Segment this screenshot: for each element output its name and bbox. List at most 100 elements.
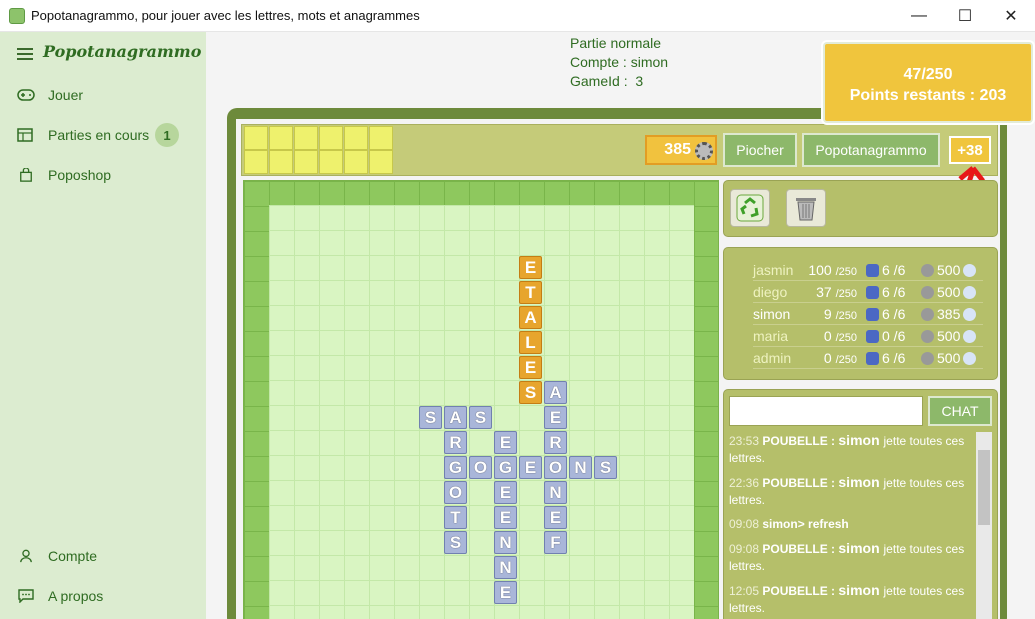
player-coins: 385 [921, 306, 979, 322]
letter-tile[interactable]: G [494, 456, 517, 479]
letter-tile[interactable]: A [519, 306, 542, 329]
player-letters: 6 /6 [866, 306, 905, 322]
magnifier-icon[interactable] [963, 352, 977, 365]
gameid-value: 3 [635, 73, 644, 89]
letter-tile[interactable]: E [544, 406, 567, 429]
chat-message: 09:08 simon> refresh [729, 517, 849, 531]
letter-tile[interactable]: F [544, 531, 567, 554]
letter-tile[interactable]: R [444, 431, 467, 454]
letter-tile[interactable]: S [419, 406, 442, 429]
draw-button[interactable]: Piocher [723, 133, 797, 167]
easel-slot[interactable] [369, 126, 393, 150]
points-summary: 47/250 Points restants : 203 [823, 42, 1033, 123]
letter-tile[interactable]: T [444, 506, 467, 529]
letter-tile[interactable]: L [519, 331, 542, 354]
popotanagrammo-button[interactable]: Popotanagrammo [802, 133, 940, 167]
trash-button[interactable] [786, 189, 826, 227]
recycle-icon [736, 194, 764, 222]
chat-send-button[interactable]: CHAT [928, 396, 992, 426]
magnifier-icon[interactable] [963, 330, 977, 343]
letter-tile[interactable]: A [444, 406, 467, 429]
letter-tile[interactable]: S [444, 531, 467, 554]
score-row: maria 0 /250 0 /6 500 [753, 325, 983, 347]
letter-tile[interactable]: E [494, 581, 517, 604]
easel-slot[interactable] [269, 150, 293, 174]
gameid-label: GameId : [570, 73, 628, 89]
sidebar-item-label: Compte [48, 548, 98, 564]
coins-value: 385 [664, 141, 691, 158]
maximize-button[interactable]: ☐ [942, 0, 988, 32]
account-value: simon [630, 54, 669, 70]
easel-slot[interactable] [294, 150, 318, 174]
magnifier-icon[interactable] [963, 308, 977, 321]
sidebar: Popotanagrammo Jouer Parties en cours 1 … [0, 32, 206, 619]
recycle-button[interactable] [730, 189, 770, 227]
letter-tile[interactable]: E [494, 481, 517, 504]
player-coins: 500 [921, 328, 979, 344]
letter-tile[interactable]: A [544, 381, 567, 404]
letter-tile[interactable]: R [544, 431, 567, 454]
letters-icon [866, 330, 879, 343]
letter-tile[interactable]: S [594, 456, 617, 479]
minimize-button[interactable]: — [896, 0, 942, 32]
game-mode: Partie normale [570, 35, 662, 51]
easel-slot[interactable] [269, 126, 293, 150]
easel-slot[interactable] [294, 126, 318, 150]
easel-slot[interactable] [369, 150, 393, 174]
letter-tile[interactable]: E [519, 456, 542, 479]
chat-log: 23:53 POUBELLE : simon jette toutes ces … [729, 432, 976, 619]
player-letters: 6 /6 [866, 262, 905, 278]
sidebar-item-compte[interactable]: Compte [0, 538, 206, 574]
magnifier-icon[interactable] [963, 286, 977, 299]
letter-tile[interactable]: E [519, 256, 542, 279]
easel-slot[interactable] [344, 150, 368, 174]
chat-scroll-thumb[interactable] [978, 450, 990, 525]
letter-tile[interactable]: O [444, 481, 467, 504]
shopping-bag-icon [20, 168, 32, 182]
letter-tile[interactable]: E [519, 356, 542, 379]
easel-slot[interactable] [319, 126, 343, 150]
score-row: diego 37 /250 6 /6 500 [753, 281, 983, 303]
letter-tile[interactable]: T [519, 281, 542, 304]
player-coins: 500 [921, 284, 979, 300]
score-row: simon 9 /250 6 /6 385 [753, 303, 983, 325]
letter-tile[interactable]: N [569, 456, 592, 479]
letter-tile[interactable]: N [494, 531, 517, 554]
magnifier-icon[interactable] [963, 264, 977, 277]
hamburger-menu-icon[interactable] [17, 48, 33, 63]
easel-slot[interactable] [244, 150, 268, 174]
sidebar-item-apropos[interactable]: A propos [0, 578, 206, 614]
easel-slot[interactable] [244, 126, 268, 150]
close-button[interactable]: ✕ [988, 0, 1034, 32]
letter-tile[interactable]: E [494, 431, 517, 454]
score-row: jasmin 100 /250 6 /6 500 [753, 259, 983, 281]
player-letters: 6 /6 [866, 350, 905, 366]
score-row: admin 0 /250 6 /6 500 [753, 347, 983, 369]
player-coins: 500 [921, 350, 979, 366]
player-letters: 6 /6 [866, 284, 905, 300]
sidebar-item-poposhop[interactable]: Poposhop [0, 157, 206, 193]
sidebar-item-label: Jouer [48, 87, 84, 103]
player-points: 0 /250 [823, 350, 857, 366]
letter-tile[interactable]: E [544, 506, 567, 529]
user-icon [20, 549, 32, 563]
letter-tile[interactable]: S [519, 381, 542, 404]
window-title: Popotanagrammo, pour jouer avec les lett… [31, 8, 420, 23]
letter-tile[interactable]: N [544, 481, 567, 504]
count-badge: 1 [155, 123, 179, 147]
bonus-badge: +38 [949, 136, 991, 164]
letter-tile[interactable]: G [444, 456, 467, 479]
letter-tile[interactable]: O [544, 456, 567, 479]
letter-tile[interactable]: S [469, 406, 492, 429]
chat-input[interactable] [729, 396, 923, 426]
letter-tile[interactable]: E [494, 506, 517, 529]
sidebar-item-jouer[interactable]: Jouer [0, 77, 206, 113]
sidebar-item-parties[interactable]: Parties en cours 1 [0, 117, 206, 153]
gear-coin-icon [921, 352, 934, 365]
letters-icon [866, 286, 879, 299]
easel-slot[interactable] [319, 150, 343, 174]
letter-tile[interactable]: N [494, 556, 517, 579]
title-bar: Popotanagrammo, pour jouer avec les lett… [0, 0, 1035, 32]
easel-slot[interactable] [344, 126, 368, 150]
letter-tile[interactable]: O [469, 456, 492, 479]
